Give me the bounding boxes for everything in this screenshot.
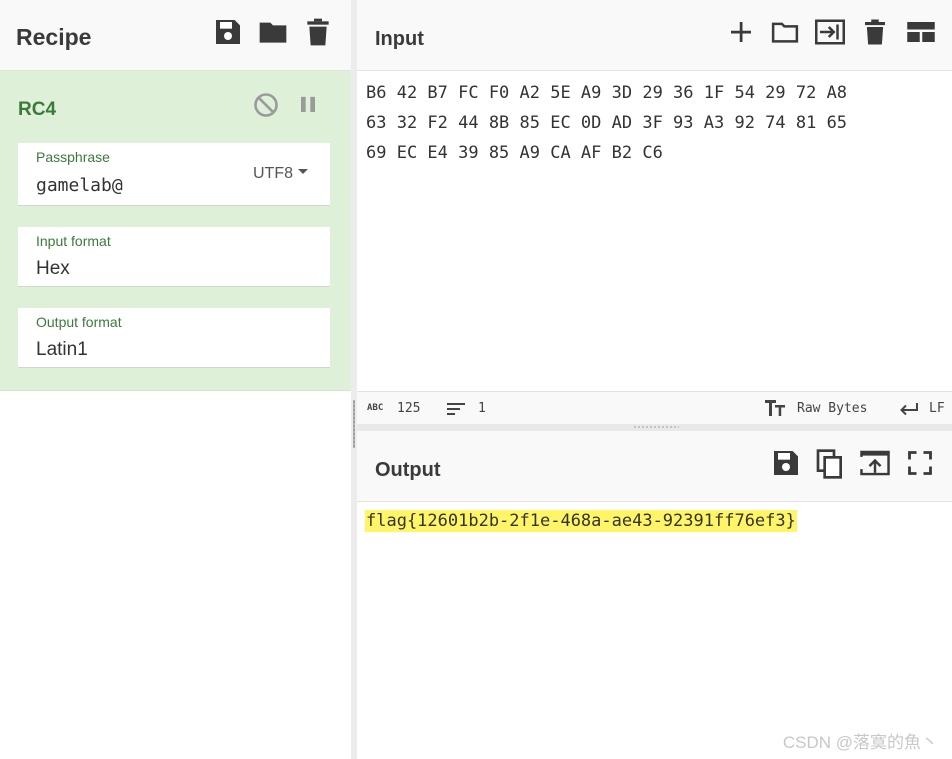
passphrase-field[interactable]: Passphrase gamelab@ UTF8 [18,143,330,206]
replace-input-with-output-icon[interactable] [859,448,891,480]
input-format-field[interactable]: Input format Hex [18,227,330,287]
fullscreen-icon[interactable] [906,449,938,481]
divider-grip-icon [353,400,355,448]
disable-operation-icon[interactable] [252,91,280,119]
watermark: CSDN @落寞的魚丶 [782,733,938,752]
clear-input-trash-icon[interactable] [860,17,892,49]
passphrase-input[interactable]: gamelab@ [36,175,123,196]
clear-recipe-trash-icon[interactable] [302,16,334,48]
add-input-plus-icon[interactable] [726,17,758,49]
encoding-value: UTF8 [253,165,293,182]
input-textarea[interactable]: B6 42 B7 FC F0 A2 5E A9 3D 29 36 1F 54 2… [366,78,936,168]
output-text[interactable]: flag{12601b2b-2f1e-468a-ae43-92391ff76ef… [365,510,797,532]
operation-rc4[interactable]: RC4 Passphrase gamelab@ UTF8 Input forma… [0,71,351,391]
text-format-icon[interactable] [765,400,787,416]
output-pane: Output flag{12601b2b-2f1e-468a-ae43-9239… [357,431,952,759]
load-recipe-folder-icon[interactable] [257,16,289,48]
recipe-title: Recipe [16,24,92,50]
input-header: Input [357,0,952,71]
operation-name: RC4 [18,99,57,120]
copy-output-icon[interactable] [814,447,846,479]
input-title: Input [375,28,424,50]
recipe-header: Recipe [0,0,351,71]
passphrase-label: Passphrase [36,149,110,165]
output-format-field[interactable]: Output format Latin1 [18,308,330,368]
open-folder-import-icon[interactable] [813,17,845,49]
reset-layout-icon[interactable] [905,17,937,49]
lines-icon [447,402,465,416]
output-header: Output [357,431,952,502]
open-file-folder-icon[interactable] [769,17,801,49]
output-format-select[interactable]: Latin1 [36,339,88,361]
horizontal-pane-divider[interactable] [357,424,952,431]
output-title: Output [375,459,441,481]
input-format-label: Input format [36,233,111,249]
pause-operation-icon[interactable] [294,91,322,119]
input-format-select[interactable]: Hex [36,258,70,280]
input-status-bar: ABC 125 1 Raw Bytes LF [357,391,952,426]
input-length: 125 [397,401,421,416]
eol-return-icon[interactable] [899,402,919,416]
length-abc-icon: ABC [367,403,384,413]
recipe-pane: Recipe RC4 Passphrase gamelab@ UTF8 Inpu… [0,0,351,759]
passphrase-encoding-select[interactable]: UTF8 [253,165,308,183]
eol-label[interactable]: LF [929,401,945,416]
input-lines: 1 [478,401,486,416]
chevron-down-icon [298,169,308,175]
save-recipe-icon[interactable] [212,16,244,48]
input-pane: Input B6 42 B7 FC F0 A2 5E A9 3D 29 36 1… [357,0,952,426]
charset-label[interactable]: Raw Bytes [797,401,867,416]
output-format-label: Output format [36,314,122,330]
save-output-icon[interactable] [770,447,802,479]
divider-grip-icon [633,426,679,428]
